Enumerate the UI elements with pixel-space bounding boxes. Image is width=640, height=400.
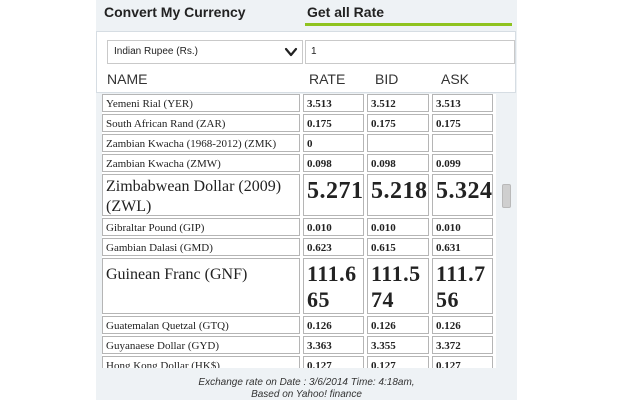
- bid-cell: 5.218: [367, 174, 429, 216]
- chevron-down-icon: [284, 47, 298, 57]
- table-row: Guyanaese Dollar (GYD) 3.363 3.355 3.372: [102, 336, 496, 354]
- exchange-rate-footer: Exchange rate on Date : 3/6/2014 Time: 4…: [96, 377, 517, 400]
- rate-cell: 0: [303, 134, 364, 152]
- currency-name-cell: Guinean Franc (GNF): [102, 258, 300, 314]
- rate-cell: 0.127: [303, 356, 364, 368]
- currency-panel: Convert My Currency Get all Rate Indian …: [96, 0, 517, 400]
- currency-select-value: Indian Rupee (Rs.): [114, 46, 198, 57]
- ask-cell: 0.099: [432, 154, 493, 172]
- table-row: Gambian Dalasi (GMD) 0.623 0.615 0.631: [102, 238, 496, 256]
- rate-cell: 3.513: [303, 94, 364, 112]
- ask-cell: 3.372: [432, 336, 493, 354]
- column-header-ask: ASK: [441, 71, 470, 87]
- rate-cell: 0.010: [303, 218, 364, 236]
- table-row: Guinean Franc (GNF) 111.665 111.574 111.…: [102, 258, 496, 314]
- ask-cell: 3.513: [432, 94, 493, 112]
- ask-cell: 111.756: [432, 258, 493, 314]
- table-row: Zambian Kwacha (1968-2012) (ZMK) 0: [102, 134, 496, 152]
- rate-cell: 111.665: [303, 258, 364, 314]
- rate-cell: 0.623: [303, 238, 364, 256]
- bid-cell: [367, 134, 429, 152]
- tab-get-all-rate[interactable]: Get all Rate: [307, 4, 384, 20]
- rate-cell: 0.098: [303, 154, 364, 172]
- currency-name-cell: Guatemalan Quetzal (GTQ): [102, 316, 300, 334]
- ask-cell: 0.127: [432, 356, 493, 368]
- currency-name-cell: Zambian Kwacha (1968-2012) (ZMK): [102, 134, 300, 152]
- column-header-name: NAME: [107, 71, 148, 87]
- currency-name-cell: South African Rand (ZAR): [102, 114, 300, 132]
- bid-cell: 3.512: [367, 94, 429, 112]
- table-row: Yemeni Rial (YER) 3.513 3.512 3.513: [102, 94, 496, 112]
- active-tab-indicator: [305, 23, 512, 26]
- bid-cell: 111.574: [367, 258, 429, 314]
- rate-cell: 0.175: [303, 114, 364, 132]
- bid-cell: 3.355: [367, 336, 429, 354]
- table-row: Guatemalan Quetzal (GTQ) 0.126 0.126 0.1…: [102, 316, 496, 334]
- currency-select[interactable]: Indian Rupee (Rs.): [107, 40, 303, 64]
- footer-date-line: Exchange rate on Date : 3/6/2014 Time: 4…: [198, 377, 415, 388]
- rate-controls: Indian Rupee (Rs.) 1 NAME RATE BID ASK: [96, 31, 516, 93]
- rate-cell: 3.363: [303, 336, 364, 354]
- table-row: Zambian Kwacha (ZMW) 0.098 0.098 0.099: [102, 154, 496, 172]
- tab-bar: Convert My Currency Get all Rate: [96, 0, 517, 28]
- rates-table: Yemeni Rial (YER) 3.513 3.512 3.513 Sout…: [102, 94, 496, 368]
- ask-cell: 0.175: [432, 114, 493, 132]
- bid-cell: 0.098: [367, 154, 429, 172]
- ask-cell: 5.324: [432, 174, 493, 216]
- column-header-rate: RATE: [309, 71, 346, 87]
- currency-name-cell: Gambian Dalasi (GMD): [102, 238, 300, 256]
- amount-input[interactable]: 1: [305, 40, 515, 64]
- bid-cell: 0.010: [367, 218, 429, 236]
- bid-cell: 0.127: [367, 356, 429, 368]
- scrollbar-thumb[interactable]: [502, 184, 511, 208]
- currency-name-cell: Zimbabwean Dollar (2009) (ZWL): [102, 174, 300, 216]
- ask-cell: 0.010: [432, 218, 493, 236]
- bid-cell: 0.175: [367, 114, 429, 132]
- tab-convert-currency[interactable]: Convert My Currency: [104, 4, 246, 20]
- table-row: South African Rand (ZAR) 0.175 0.175 0.1…: [102, 114, 496, 132]
- bid-cell: 0.126: [367, 316, 429, 334]
- table-row: Zimbabwean Dollar (2009) (ZWL) 5.271 5.2…: [102, 174, 496, 216]
- currency-name-cell: Yemeni Rial (YER): [102, 94, 300, 112]
- ask-cell: [432, 134, 493, 152]
- amount-input-value: 1: [311, 46, 317, 57]
- currency-name-cell: Hong Kong Dollar (HK$): [102, 356, 300, 368]
- column-header-bid: BID: [375, 71, 399, 87]
- rate-cell: 0.126: [303, 316, 364, 334]
- ask-cell: 0.126: [432, 316, 493, 334]
- table-row: Hong Kong Dollar (HK$) 0.127 0.127 0.127: [102, 356, 496, 368]
- currency-name-cell: Gibraltar Pound (GIP): [102, 218, 300, 236]
- table-row: Gibraltar Pound (GIP) 0.010 0.010 0.010: [102, 218, 496, 236]
- rate-cell: 5.271: [303, 174, 364, 216]
- table-scrollbar[interactable]: [502, 96, 511, 366]
- currency-name-cell: Zambian Kwacha (ZMW): [102, 154, 300, 172]
- bid-cell: 0.615: [367, 238, 429, 256]
- ask-cell: 0.631: [432, 238, 493, 256]
- currency-name-cell: Guyanaese Dollar (GYD): [102, 336, 300, 354]
- footer-source-line: Based on Yahoo! finance: [251, 389, 362, 400]
